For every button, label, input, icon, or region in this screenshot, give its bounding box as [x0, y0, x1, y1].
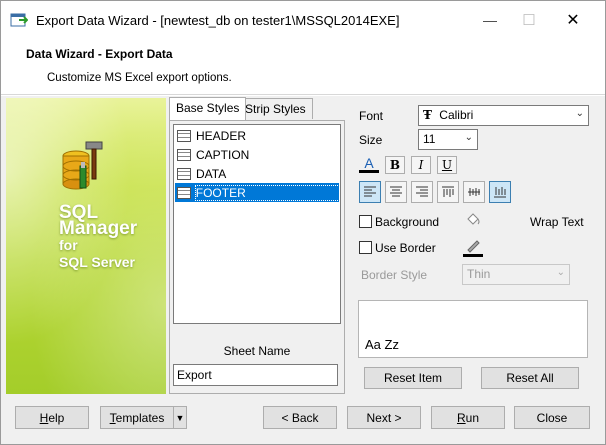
tab-base-styles[interactable]: Base Styles [169, 97, 247, 120]
border-style-select[interactable]: Thin ⌄ [462, 264, 570, 285]
underline-button[interactable]: U [437, 156, 457, 174]
fill-bucket-icon[interactable] [463, 210, 483, 230]
border-style-label: Border Style [361, 268, 428, 282]
sheet-name-label: Sheet Name [223, 344, 291, 358]
sheet-name-input[interactable]: Export [173, 364, 338, 386]
valign-center-icon [468, 188, 480, 196]
font-type-icon: Ŧ [423, 108, 432, 122]
font-select[interactable]: Ŧ Calibri ⌄ [418, 105, 589, 126]
banner-line3: for [59, 237, 78, 253]
close-icon: ✕ [566, 12, 580, 29]
chevron-down-icon: ⌄ [464, 132, 473, 143]
close-button[interactable]: Close [514, 406, 590, 429]
font-color-icon: A [364, 154, 374, 171]
tab-strip-styles[interactable]: Strip Styles [238, 98, 313, 119]
border-pen-icon[interactable] [463, 236, 483, 258]
font-value: Calibri [439, 108, 474, 122]
italic-button[interactable]: I [411, 156, 431, 174]
help-button[interactable]: Help [15, 406, 89, 429]
font-color-button[interactable]: A [359, 155, 379, 173]
chevron-down-icon: ⌄ [575, 108, 584, 119]
list-item-header[interactable]: HEADER [175, 126, 339, 145]
caret-down-icon: ▼ [175, 412, 185, 423]
styles-list[interactable]: HEADER CAPTION DATA FOOTER [173, 124, 341, 324]
use-border-checkbox[interactable] [359, 241, 372, 254]
banner-line2: Manager [59, 218, 138, 239]
help-button-label: Help [39, 410, 65, 425]
list-item-label: DATA [196, 166, 227, 181]
valign-bottom-button[interactable] [489, 181, 511, 203]
table-style-icon [177, 167, 191, 180]
size-select[interactable]: 11 ⌄ [418, 129, 478, 150]
align-right-icon [416, 186, 428, 197]
wizard-footer: Help Templates ▼ < Back Next > Run Close [1, 396, 605, 444]
close-window-button[interactable]: ✕ [550, 1, 596, 39]
font-label: Font [359, 109, 384, 123]
table-style-icon [177, 186, 191, 199]
list-item-footer[interactable]: FOOTER [175, 183, 341, 202]
database-tools-icon [62, 141, 103, 190]
wrap-text-label[interactable]: Wrap Text [530, 215, 584, 229]
list-item-label: CAPTION [196, 147, 250, 162]
valign-center-button[interactable] [463, 181, 485, 203]
valign-bottom-icon [494, 187, 506, 198]
use-border-label: Use Border [375, 241, 436, 255]
run-button-label: Run [456, 410, 480, 425]
bold-button[interactable]: B [385, 156, 405, 174]
reset-item-button[interactable]: Reset Item [364, 367, 462, 389]
next-button[interactable]: Next > [347, 406, 421, 429]
background-checkbox[interactable] [359, 215, 372, 228]
product-banner: SQL Manager for SQL Server [6, 98, 166, 394]
background-label: Background [375, 215, 440, 229]
list-item-label: FOOTER [194, 184, 341, 201]
page-subtitle: Customize MS Excel export options. [47, 72, 232, 84]
align-center-button[interactable] [385, 181, 407, 203]
preview-text: Aa Zz [365, 337, 399, 352]
app-icon [10, 13, 28, 27]
templates-button[interactable]: Templates [100, 406, 174, 429]
list-item-caption[interactable]: CAPTION [175, 145, 339, 164]
align-left-button[interactable] [359, 181, 381, 203]
banner-line4: SQL Server [59, 254, 136, 270]
align-left-icon [364, 186, 376, 197]
style-preview: Aa Zz [358, 300, 588, 358]
align-right-button[interactable] [411, 181, 433, 203]
valign-top-button[interactable] [437, 181, 459, 203]
wizard-header: Data Wizard - Export Data Customize MS E… [1, 39, 605, 95]
bold-icon: B [389, 158, 401, 172]
valign-top-icon [442, 186, 454, 197]
main-panel: SQL Manager for SQL Server Base Styles S… [1, 96, 605, 396]
size-value: 11 [423, 132, 436, 146]
tab-panel-base-styles: HEADER CAPTION DATA FOOTER Sheet Name Ex… [169, 120, 345, 394]
run-button[interactable]: Run [431, 406, 505, 429]
templates-button-label: Templates [109, 410, 165, 425]
list-item-data[interactable]: DATA [175, 164, 339, 183]
size-label: Size [359, 133, 383, 147]
italic-icon: I [418, 158, 424, 172]
title-bar: Export Data Wizard - [newtest_db on test… [1, 1, 605, 39]
wizard-window: Export Data Wizard - [newtest_db on test… [0, 0, 606, 445]
window-title: Export Data Wizard - [newtest_db on test… [36, 13, 400, 28]
maximize-icon: ☐ [522, 12, 536, 29]
underline-icon: U [441, 158, 453, 172]
align-center-icon [390, 186, 402, 197]
table-style-icon [177, 129, 191, 142]
chevron-down-icon: ⌄ [556, 267, 565, 278]
minimize-icon: — [483, 12, 497, 28]
table-style-icon [177, 148, 191, 161]
back-button[interactable]: < Back [263, 406, 337, 429]
page-title: Data Wizard - Export Data [26, 47, 173, 61]
templates-dropdown-button[interactable]: ▼ [173, 406, 187, 429]
list-item-label: HEADER [196, 128, 247, 143]
border-style-value: Thin [467, 267, 491, 281]
maximize-button[interactable]: ☐ [506, 1, 552, 39]
reset-all-button[interactable]: Reset All [481, 367, 579, 389]
banner-title: SQL Manager for SQL Server [59, 203, 138, 271]
